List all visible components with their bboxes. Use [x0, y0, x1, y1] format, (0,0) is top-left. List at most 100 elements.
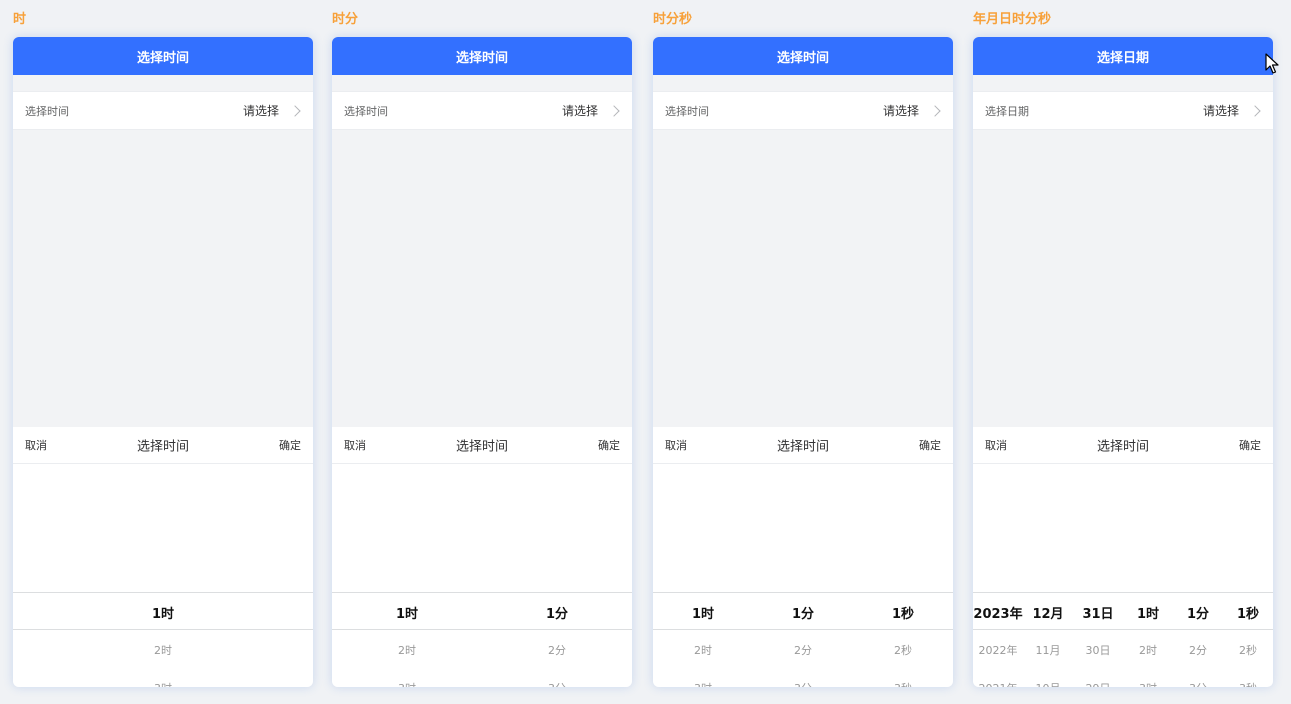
picker-column-second[interactable]: 1秒 2秒 3秒 [1223, 464, 1273, 688]
cancel-button[interactable]: 取消 [344, 437, 366, 453]
picker-option[interactable]: 3时 [1123, 669, 1173, 687]
cell-value: 请选择 [882, 104, 919, 118]
select-time-cell[interactable]: 选择时间 请选择 [13, 91, 313, 130]
nav-title: 选择时间 [136, 50, 189, 66]
picker-option[interactable]: 29日 [1073, 669, 1123, 687]
demo-title: 时分 [332, 12, 359, 27]
picker-option-selected[interactable]: 31日 [1073, 593, 1123, 631]
chevron-right-icon [608, 104, 620, 117]
chevron-right-icon [929, 104, 941, 117]
cell-label: 选择时间 [665, 104, 709, 118]
confirm-button[interactable]: 确定 [919, 437, 941, 453]
nav-title: 选择日期 [1096, 50, 1149, 66]
picker-columns: 1时 2时 3时 1分 2分 3分 1秒 2秒 3秒 [653, 464, 953, 687]
demo-datetime: 年月日时分秒 选择日期 选择日期 请选择 取消 选择时间 确定 2023年 20… [973, 0, 1273, 704]
cancel-button[interactable]: 取消 [25, 437, 47, 453]
picker-option[interactable]: 2分 [482, 631, 632, 669]
picker-option-selected[interactable]: 1分 [482, 593, 632, 631]
navbar: 选择时间 [332, 37, 632, 75]
chevron-right-icon [1249, 104, 1261, 117]
picker-option-selected[interactable]: 1秒 [853, 593, 953, 631]
picker-option-selected[interactable]: 12月 [1023, 593, 1073, 631]
demo-title: 时 [13, 12, 27, 27]
picker-option[interactable]: 3时 [332, 669, 482, 687]
select-time-cell[interactable]: 选择时间 请选择 [653, 91, 953, 130]
demo-hour: 时 选择时间 选择时间 请选择 取消 选择时间 确定 1时 2时 3时 [13, 0, 313, 704]
picker-option-selected[interactable]: 1时 [653, 593, 753, 631]
picker-column-year[interactable]: 2023年 2022年 2021年 [973, 464, 1023, 688]
picker-option[interactable]: 3时 [13, 669, 313, 687]
picker-column-minute[interactable]: 1分 2分 3分 [1173, 464, 1223, 688]
picker-option[interactable]: 3分 [753, 669, 853, 687]
picker-column-day[interactable]: 31日 30日 29日 [1073, 464, 1123, 688]
picker-column-month[interactable]: 12月 11月 10月 [1023, 464, 1073, 688]
picker-option[interactable]: 2时 [332, 631, 482, 669]
picker-option[interactable]: 2022年 [973, 631, 1023, 669]
picker-option[interactable]: 2021年 [973, 669, 1023, 687]
picker-option[interactable]: 2秒 [1223, 631, 1273, 669]
phone-frame: 选择时间 选择时间 请选择 取消 选择时间 确定 1时 2时 3时 1分 [332, 37, 632, 687]
phone-frame: 选择时间 选择时间 请选择 取消 选择时间 确定 1时 2时 3时 1分 [653, 37, 953, 687]
picker-option[interactable]: 30日 [1073, 631, 1123, 669]
picker-option-selected[interactable]: 1分 [1173, 593, 1223, 631]
picker-option-selected[interactable]: 1分 [753, 593, 853, 631]
cell-value: 请选择 [561, 104, 598, 118]
picker-option[interactable]: 3分 [482, 669, 632, 687]
picker-popup: 取消 选择时间 确定 1时 2时 3时 1分 2分 3分 1秒 2秒 [653, 427, 953, 687]
picker-title: 选择时间 [455, 439, 509, 455]
picker-toolbar: 取消 选择时间 确定 [13, 427, 313, 464]
chevron-right-icon [289, 104, 301, 117]
demo-title: 时分秒 [653, 12, 693, 27]
picker-option-selected[interactable]: 1秒 [1223, 593, 1273, 631]
picker-column-hour[interactable]: 1时 2时 3时 [1123, 464, 1173, 688]
picker-option[interactable]: 3时 [653, 669, 753, 687]
picker-option[interactable]: 2秒 [853, 631, 953, 669]
picker-columns: 1时 2时 3时 [13, 464, 313, 687]
picker-option[interactable]: 11月 [1023, 631, 1073, 669]
picker-popup: 取消 选择时间 确定 1时 2时 3时 [13, 427, 313, 687]
nav-title: 选择时间 [455, 50, 508, 66]
picker-option[interactable]: 10月 [1023, 669, 1073, 687]
nav-title: 选择时间 [776, 50, 829, 66]
cell-label: 选择日期 [985, 104, 1029, 118]
picker-title: 选择时间 [1096, 439, 1150, 455]
picker-title: 选择时间 [136, 439, 190, 455]
demo-title: 年月日时分秒 [973, 12, 1052, 27]
picker-column-minute[interactable]: 1分 2分 3分 [753, 464, 853, 688]
demo-hour-minute-second: 时分秒 选择时间 选择时间 请选择 取消 选择时间 确定 1时 2时 3时 [653, 0, 953, 704]
navbar: 选择时间 [13, 37, 313, 75]
picker-option[interactable]: 2时 [13, 631, 313, 669]
confirm-button[interactable]: 确定 [598, 437, 620, 453]
cell-value: 请选择 [242, 104, 279, 118]
select-time-cell[interactable]: 选择时间 请选择 [332, 91, 632, 130]
navbar: 选择时间 [653, 37, 953, 75]
cancel-button[interactable]: 取消 [665, 437, 687, 453]
cursor-icon [1265, 53, 1279, 74]
picker-option[interactable]: 3秒 [853, 669, 953, 687]
picker-option[interactable]: 3秒 [1223, 669, 1273, 687]
picker-option-selected[interactable]: 1时 [1123, 593, 1173, 631]
picker-column-hour[interactable]: 1时 2时 3时 [332, 464, 482, 688]
picker-columns: 2023年 2022年 2021年 12月 11月 10月 31日 30日 29… [973, 464, 1273, 687]
cell-label: 选择时间 [344, 104, 388, 118]
picker-column-minute[interactable]: 1分 2分 3分 [482, 464, 632, 688]
picker-option-selected[interactable]: 1时 [332, 593, 482, 631]
picker-option[interactable]: 3分 [1173, 669, 1223, 687]
picker-option[interactable]: 2时 [653, 631, 753, 669]
phone-frame: 选择时间 选择时间 请选择 取消 选择时间 确定 1时 2时 3时 [13, 37, 313, 687]
picker-option-selected[interactable]: 2023年 [973, 593, 1023, 631]
cancel-button[interactable]: 取消 [985, 437, 1007, 453]
confirm-button[interactable]: 确定 [279, 437, 301, 453]
picker-option-selected[interactable]: 1时 [13, 593, 313, 631]
picker-toolbar: 取消 选择时间 确定 [973, 427, 1273, 464]
picker-column-hour[interactable]: 1时 2时 3时 [13, 464, 313, 688]
confirm-button[interactable]: 确定 [1239, 437, 1261, 453]
phone-frame: 选择日期 选择日期 请选择 取消 选择时间 确定 2023年 2022年 202… [973, 37, 1273, 687]
picker-option[interactable]: 2分 [1173, 631, 1223, 669]
picker-column-hour[interactable]: 1时 2时 3时 [653, 464, 753, 688]
picker-column-second[interactable]: 1秒 2秒 3秒 [853, 464, 953, 688]
select-date-cell[interactable]: 选择日期 请选择 [973, 91, 1273, 130]
picker-toolbar: 取消 选择时间 确定 [653, 427, 953, 464]
picker-option[interactable]: 2分 [753, 631, 853, 669]
picker-option[interactable]: 2时 [1123, 631, 1173, 669]
